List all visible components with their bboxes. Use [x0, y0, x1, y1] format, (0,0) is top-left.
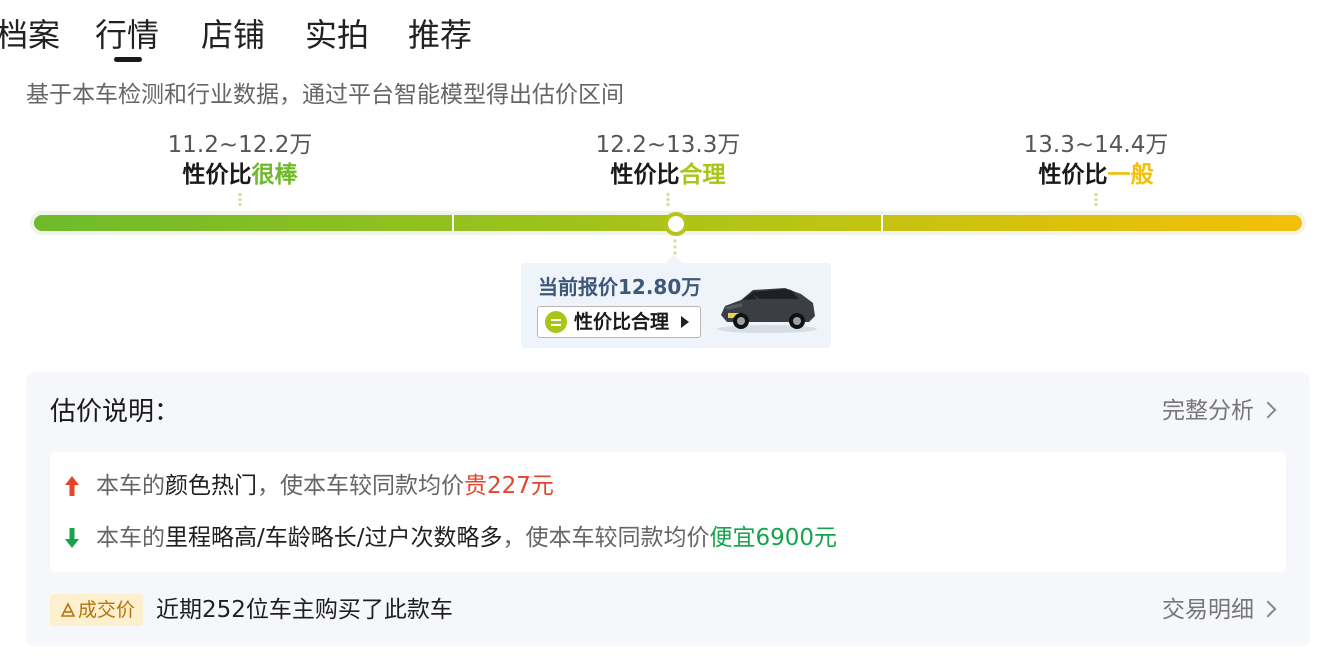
price-effect: 贵227元	[464, 473, 554, 499]
full-analysis-link[interactable]: 完整分析	[1162, 396, 1277, 426]
transaction-details-link[interactable]: 交易明细	[1162, 595, 1277, 625]
tab-archive[interactable]: 档案	[0, 14, 60, 56]
deal-price-badge: 成交价	[50, 594, 144, 626]
value-rating-label: 性价比合理	[574, 311, 670, 333]
tab-store[interactable]: 店铺	[201, 14, 265, 56]
value-rating-button[interactable]: 性价比合理	[537, 306, 701, 338]
tab-active-indicator	[114, 57, 142, 62]
tier-rating: 很棒	[251, 162, 298, 188]
range-divider	[881, 215, 883, 231]
chevron-right-icon	[1259, 401, 1277, 419]
equal-icon	[545, 311, 567, 333]
arrow-down-icon	[65, 528, 79, 548]
current-price-card: 当前报价12.80万 性价比合理	[521, 255, 831, 348]
tier-label: 性价比很棒	[182, 162, 298, 188]
tab-photos[interactable]: 实拍	[305, 14, 369, 56]
price-factor-list: 本车的颜色热门，使本车较同款均价贵227元 本车的里程略高/车龄略长/过户次数略…	[50, 452, 1286, 572]
price-tier-fair: 12.2~13.3万 性价比合理	[538, 130, 798, 206]
marker-connector	[673, 238, 677, 256]
current-price: 当前报价12.80万	[538, 275, 702, 299]
tab-recommend[interactable]: 推荐	[408, 14, 472, 56]
panel-title: 估价说明：	[50, 397, 181, 427]
car-image	[717, 288, 817, 333]
tier-label: 性价比合理	[610, 162, 726, 188]
tier-connector	[238, 192, 242, 206]
tab-market[interactable]: 行情	[95, 14, 159, 56]
range-divider	[452, 215, 454, 231]
chevron-right-icon	[1259, 600, 1277, 618]
price-effect: 便宜6900元	[709, 525, 838, 551]
current-price-marker	[664, 212, 688, 236]
play-arrow-icon	[681, 316, 689, 328]
tier-rating: 合理	[679, 162, 726, 188]
tab-bar: 档案 行情 店铺 实拍 推荐	[0, 0, 1336, 70]
price-tier-average: 13.3~14.4万 性价比一般	[966, 130, 1226, 206]
valuation-explanation-panel: 估价说明： 完整分析 本车的颜色热门，使本车较同款均价贵227元 本车的里程略高…	[26, 372, 1310, 646]
valuation-description: 基于本车检测和行业数据，通过平台智能模型得出估价区间	[26, 82, 624, 108]
tier-connector	[1094, 192, 1098, 206]
factor-text: 本车的颜色热门，使本车较同款均价贵227元	[96, 473, 554, 499]
tier-connector	[666, 192, 670, 206]
deal-icon	[60, 602, 76, 617]
tier-range: 13.3~14.4万	[1023, 132, 1169, 158]
tier-range: 12.2~13.3万	[595, 132, 741, 158]
tier-rating: 一般	[1107, 162, 1154, 188]
recent-buyers-text: 近期252位车主购买了此款车	[156, 597, 453, 623]
tier-range: 11.2~12.2万	[167, 132, 313, 158]
price-tier-good: 11.2~12.2万 性价比很棒	[110, 130, 370, 206]
tier-label: 性价比一般	[1038, 162, 1154, 188]
factor-text: 本车的里程略高/车龄略长/过户次数略多，使本车较同款均价便宜6900元	[96, 525, 838, 551]
arrow-up-icon	[65, 476, 79, 496]
